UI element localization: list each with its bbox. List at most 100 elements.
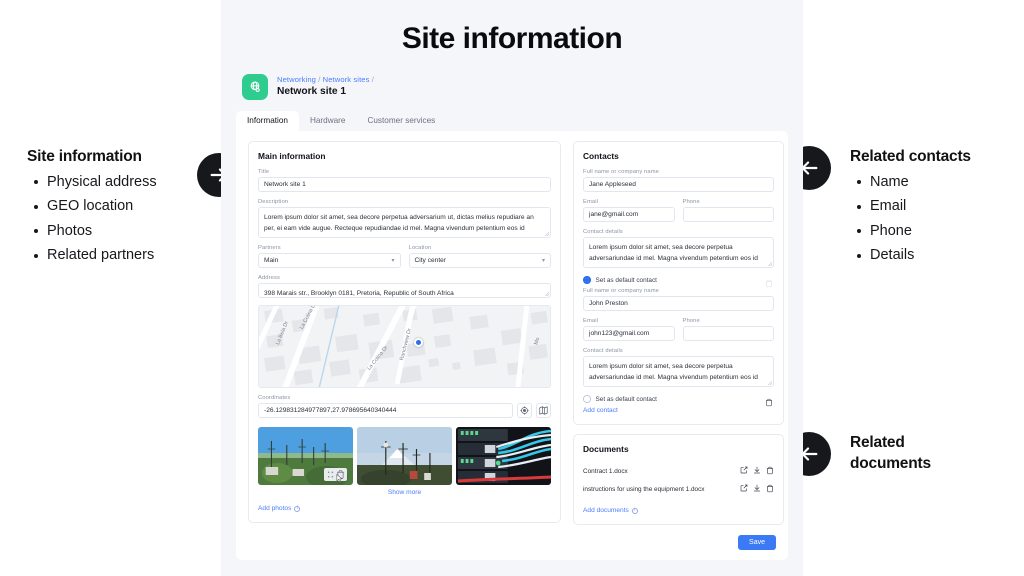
- photo-gallery: [258, 427, 551, 485]
- save-button[interactable]: Save: [738, 535, 776, 550]
- default-contact-row[interactable]: Set as default contact: [583, 275, 774, 288]
- delete-icon[interactable]: [766, 484, 774, 495]
- default-contact-label: Set as default contact: [595, 395, 657, 403]
- location-label: Location: [408, 245, 432, 251]
- annotation-related-documents: Related documents: [850, 433, 1024, 479]
- document-row: Contract 1.docx: [583, 462, 774, 480]
- partners-field-group: Partners Main ▾: [258, 245, 401, 268]
- address-label: Address: [258, 275, 280, 281]
- contact-email-group: Email john123@gmail.com: [583, 318, 675, 341]
- download-icon[interactable]: [753, 484, 761, 494]
- contact-name-input[interactable]: Jane Appleseed: [583, 177, 774, 192]
- breadcrumb-separator: /: [371, 75, 374, 85]
- delete-icon[interactable]: [765, 275, 774, 288]
- list-item: Related partners: [27, 243, 207, 268]
- open-external-icon[interactable]: [740, 466, 748, 476]
- site-globe-icon: [242, 74, 268, 100]
- tab-hardware[interactable]: Hardware: [299, 111, 357, 131]
- breadcrumb-separator: /: [318, 75, 321, 85]
- photo-thumbnail[interactable]: [357, 427, 452, 485]
- locate-crosshair-icon[interactable]: [517, 403, 532, 418]
- contact-phone-group: Phone: [682, 318, 774, 341]
- tab-information[interactable]: Information: [236, 111, 299, 131]
- location-value: City center: [414, 257, 447, 264]
- address-textarea[interactable]: 398 Marais str., Brooklyn 0181, Pretoria…: [258, 283, 551, 298]
- contact-details-label: Contact details: [583, 348, 623, 354]
- contact-email-input[interactable]: john123@gmail.com: [583, 326, 675, 341]
- contact-phone-input[interactable]: [682, 207, 774, 222]
- breadcrumb-child[interactable]: Network sites: [323, 75, 370, 84]
- add-contact-link[interactable]: Add contact: [583, 407, 774, 414]
- app-window: Site information Networking / Network si…: [221, 0, 803, 576]
- record-title: Network site 1: [277, 85, 347, 97]
- mouse-cursor-icon: [335, 474, 344, 483]
- contact-email-group: Email jane@gmail.com: [583, 199, 675, 222]
- partners-location-row: Partners Main ▾ Location City center ▾: [258, 245, 551, 275]
- show-more-link[interactable]: Show more: [258, 489, 551, 496]
- partners-value: Main: [264, 257, 279, 264]
- annotation-left-heading: Site information: [27, 148, 142, 165]
- photo-tools[interactable]: [324, 468, 347, 483]
- contact-details-textarea[interactable]: Lorem ipsum dolor sit amet, sea decore p…: [583, 356, 774, 387]
- breadcrumb-trail[interactable]: Networking / Network sites /: [277, 75, 374, 84]
- tab-customer-services[interactable]: Customer services: [356, 111, 446, 131]
- add-photos-link[interactable]: Add photos i: [258, 505, 551, 512]
- info-icon[interactable]: i: [294, 505, 301, 512]
- breadcrumb-parent[interactable]: Networking: [277, 75, 316, 84]
- document-actions: [740, 466, 774, 477]
- contact-phone-label: Phone: [682, 318, 700, 324]
- title-input[interactable]: Network site 1: [258, 177, 551, 192]
- photo-thumbnail[interactable]: [258, 427, 353, 485]
- partners-select[interactable]: Main ▾: [258, 253, 401, 268]
- info-icon[interactable]: i: [631, 507, 638, 514]
- location-select[interactable]: City center ▾: [408, 253, 551, 268]
- default-contact-radio[interactable]: [583, 276, 591, 284]
- list-item: Photos: [27, 219, 207, 244]
- contact-details-group: Contact details Lorem ipsum dolor sit am…: [583, 229, 774, 268]
- open-external-icon[interactable]: [740, 484, 748, 494]
- map-view-icon[interactable]: [536, 403, 551, 418]
- delete-icon[interactable]: [766, 466, 774, 477]
- annotation-related-contacts: Related contacts Name Email Phone Detail…: [850, 148, 1024, 268]
- contact-name-label: Full name or company name: [583, 169, 659, 175]
- contact-name-group: Full name or company name John Preston: [583, 288, 774, 311]
- contact-name-input[interactable]: John Preston: [583, 296, 774, 311]
- download-icon[interactable]: [753, 466, 761, 476]
- contact-phone-input[interactable]: [682, 326, 774, 341]
- list-item: GEO location: [27, 194, 207, 219]
- document-row: instructions for using the equipment 1.d…: [583, 480, 774, 498]
- document-actions: [740, 484, 774, 495]
- chevron-down-icon: ▾: [541, 257, 545, 264]
- tab-bar: Information Hardware Customer services: [236, 111, 803, 131]
- list-item: Details: [850, 243, 1024, 268]
- annotation-site-information: Site information Physical address GEO lo…: [27, 148, 207, 268]
- list-item: Physical address: [27, 170, 207, 195]
- add-documents-label: Add documents: [583, 507, 629, 514]
- default-contact-radio[interactable]: [583, 395, 591, 403]
- location-field-group: Location City center ▾: [408, 245, 551, 268]
- add-photos-label: Add photos: [258, 505, 292, 512]
- documents-panel: Documents Contract 1.docx instructions f…: [573, 434, 784, 525]
- delete-icon[interactable]: [765, 394, 774, 407]
- location-map[interactable]: La Bela Dr La Colina Dr La Colina Dr Ran…: [258, 305, 551, 388]
- photo-thumbnail[interactable]: [456, 427, 551, 485]
- contact-details-textarea[interactable]: Lorem ipsum dolor sit amet, sea decore p…: [583, 237, 774, 268]
- document-name: instructions for using the equipment 1.d…: [583, 485, 705, 493]
- save-bar: Save: [738, 531, 776, 550]
- main-information-title: Main information: [258, 151, 326, 161]
- default-contact-row[interactable]: Set as default contact: [583, 394, 774, 407]
- annotation-left-list: Physical address GEO location Photos Rel…: [27, 170, 207, 268]
- contact-entry: Full name or company name John Preston E…: [583, 288, 774, 407]
- contacts-title: Contacts: [583, 151, 619, 161]
- annotation-contacts-list: Name Email Phone Details: [850, 170, 1024, 268]
- contact-phone-group: Phone: [682, 199, 774, 222]
- add-documents-link[interactable]: Add documents i: [583, 507, 774, 514]
- coordinates-label: Coordinates: [258, 395, 291, 401]
- move-icon[interactable]: [326, 470, 335, 479]
- contact-email-input[interactable]: jane@gmail.com: [583, 207, 675, 222]
- description-label: Description: [258, 199, 289, 205]
- coordinates-input[interactable]: -26.129831284977897,27.978695640340444: [258, 403, 513, 418]
- title-field-group: Title Network site 1: [258, 169, 551, 192]
- partners-label: Partners: [258, 245, 281, 251]
- description-textarea[interactable]: Lorem ipsum dolor sit amet, sea decore p…: [258, 207, 551, 238]
